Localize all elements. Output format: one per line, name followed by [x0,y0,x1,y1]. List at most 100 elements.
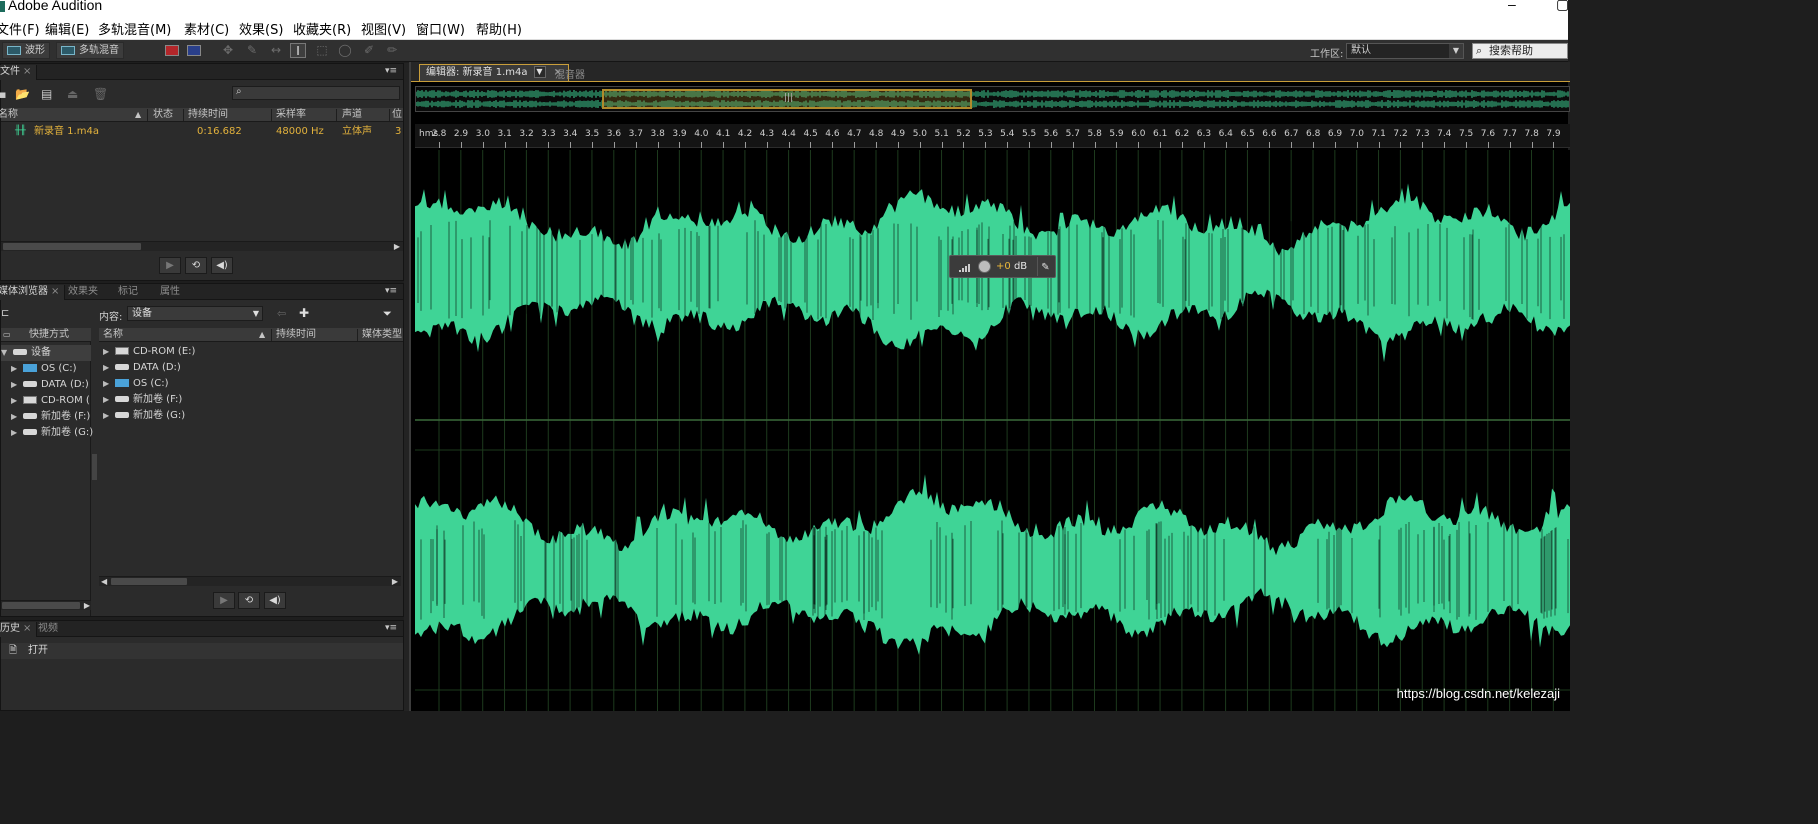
tree-item-f[interactable]: ▶ 新加卷 (F:) [11,409,90,425]
tab-media-browser[interactable]: 媒体浏览器 × [0,285,66,300]
col-media-name[interactable]: 名称 [103,328,123,342]
overview-navigator[interactable]: ||| [415,86,1570,112]
col-status[interactable]: 状态 [153,108,173,122]
close-icon[interactable]: × [23,66,31,77]
import-icon[interactable]: ▤ [41,87,52,101]
maximize-button[interactable]: ▢ [1556,0,1569,13]
zoom-window[interactable]: ||| [602,89,972,109]
healing-brush-icon[interactable]: ✏ [384,43,400,58]
tab-markers[interactable]: 标记 [113,285,143,300]
panel-menu-icon[interactable]: ▾≡ [385,286,397,296]
tab-files[interactable]: 文件 × [0,65,38,80]
loop-button[interactable]: ⟲ [185,257,207,274]
waveform-display[interactable]: +0 dB ✎ [415,150,1598,711]
chevron-down-icon[interactable]: ▼ [533,66,546,78]
media-list-scrollbar[interactable]: ◀ ▶ [99,576,401,586]
list-item[interactable]: ▶ CD-ROM (E:) [103,344,195,360]
splitter-handle[interactable] [92,454,97,480]
help-search-input[interactable]: ⌕ 搜索帮助 [1472,43,1568,59]
tab-mixer[interactable]: 混音器 [555,66,585,81]
content-select[interactable]: 设备 ▼ [127,306,263,321]
open-folder-icon[interactable]: 📂 [15,87,30,101]
waveform-view-button[interactable]: 波形 [2,42,50,59]
tab-effects-rack[interactable]: 效果夹 [63,285,103,300]
list-item[interactable]: ▶ OS (C:) [103,376,169,392]
menu-window[interactable]: 窗口(W) [416,19,465,38]
chevron-right-icon: ▶ [103,379,110,388]
tab-properties[interactable]: 属性 [155,285,185,300]
move-tool-icon[interactable]: ✥ [220,43,236,58]
autoplay-button[interactable]: ◀) [211,257,233,274]
play-button[interactable]: ▶ [213,592,235,609]
tree-item-cdrom[interactable]: ▶ CD-ROM ( [11,393,90,409]
marquee-tool-icon[interactable]: ⬚ [314,43,330,58]
col-media-duration[interactable]: 持续时间 [276,328,316,342]
list-item[interactable]: ▶ 新加卷 (G:) [103,408,185,424]
menu-view[interactable]: 视图(V) [361,19,406,38]
scroll-right-icon[interactable]: ▶ [84,601,90,610]
multitrack-view-button[interactable]: 多轨混音 [56,42,124,59]
minimize-button[interactable]: – [1508,0,1516,12]
razor-tool-icon[interactable]: ✎ [244,43,260,58]
brush-tool-icon[interactable]: ✐ [361,43,377,58]
col-channels[interactable]: 声道 [342,108,362,122]
tab-video[interactable]: 视频 [33,622,63,637]
col-sample-rate[interactable]: 采样率 [276,108,306,122]
filter-icon[interactable]: ⏷ [383,307,392,321]
panel-menu-icon[interactable]: ▾≡ [385,623,397,633]
menu-multitrack[interactable]: 多轨混音(M) [98,19,171,38]
close-icon[interactable]: × [23,623,31,634]
panel-menu-icon[interactable]: ▾≡ [385,66,397,76]
new-file-icon[interactable]: ▪ [0,88,6,101]
history-item[interactable]: 🗎 打开 [1,643,403,659]
pin-icon[interactable]: ✎ [1037,257,1053,276]
gain-knob[interactable] [978,260,991,273]
tab-history[interactable]: 历史 × [0,622,38,637]
insert-icon[interactable]: ⏏ [67,87,78,101]
tree-item-data-d[interactable]: ▶ DATA (D:) [11,377,89,393]
play-button[interactable]: ▶ [159,257,181,274]
col-duration[interactable]: 持续时间 [188,108,228,122]
menu-clip[interactable]: 素材(C) [184,19,229,38]
time-selection-tool-icon[interactable]: I [290,43,306,58]
file-row[interactable]: ╫╫ 新录音 1.m4a 0:16.682 48000 Hz 立体声 3 [1,124,403,139]
tree-item-os-c[interactable]: ▶ OS (C:) [11,361,77,377]
col-bits[interactable]: 位 [392,108,402,122]
loop-button[interactable]: ⟲ [238,592,260,609]
grip-icon[interactable]: ||| [784,93,793,103]
add-shortcut-icon[interactable]: ✚ [299,306,309,320]
delete-icon[interactable]: 🗑 [93,87,108,101]
files-scrollbar[interactable]: ▶ [1,241,403,251]
scroll-right-icon[interactable]: ▶ [392,577,398,586]
time-ruler[interactable]: hms 2.8 2.9 3.0 3.1 3.2 3.3 3.4 3.5 3.6 3.7 3.8 3.9… [415,124,1570,148]
back-icon[interactable]: ⇦ [277,307,286,320]
list-item[interactable]: ▶ DATA (D:) [103,360,181,376]
tree-item-g[interactable]: ▶ 新加卷 (G:) [11,425,93,441]
menu-effects[interactable]: 效果(S) [239,19,283,38]
gain-hud[interactable]: +0 dB ✎ [949,255,1056,278]
tree-scrollbar[interactable]: ▶ [1,600,91,610]
spectral-frequency-icon[interactable] [165,45,179,56]
slip-tool-icon[interactable]: ↔ [268,43,284,58]
list-item[interactable]: ▶ 新加卷 (F:) [103,392,182,408]
spectral-pitch-icon[interactable] [187,45,201,56]
scroll-left-icon[interactable]: ◀ [101,577,107,586]
workspace-select[interactable]: 默认 ▼ [1346,43,1464,59]
menu-edit[interactable]: 编辑(E) [45,19,89,38]
scroll-thumb[interactable] [3,243,141,250]
files-search-input[interactable]: ⌕ [232,86,400,100]
col-media-type[interactable]: 媒体类型 [362,328,402,342]
menu-file[interactable]: 文件(F) [0,19,40,38]
gain-value[interactable]: +0 dB [996,256,1027,277]
tree-item-devices[interactable]: ▼ 设备 [1,345,91,361]
autoplay-button[interactable]: ◀) [264,592,286,609]
tab-editor[interactable]: 编辑器: 新录音 1.m4a ▼ × [419,64,569,81]
close-icon[interactable]: × [51,286,59,297]
menu-favorites[interactable]: 收藏夹(R) [293,19,351,38]
dock-icon[interactable]: ⊏ [1,308,9,319]
lasso-tool-icon[interactable]: ◯ [337,43,353,58]
shortcuts-label[interactable]: 快捷方式 [29,328,69,342]
menu-help[interactable]: 帮助(H) [476,19,522,38]
scroll-right-icon[interactable]: ▶ [394,242,400,251]
col-name[interactable]: 名称 [0,108,18,122]
